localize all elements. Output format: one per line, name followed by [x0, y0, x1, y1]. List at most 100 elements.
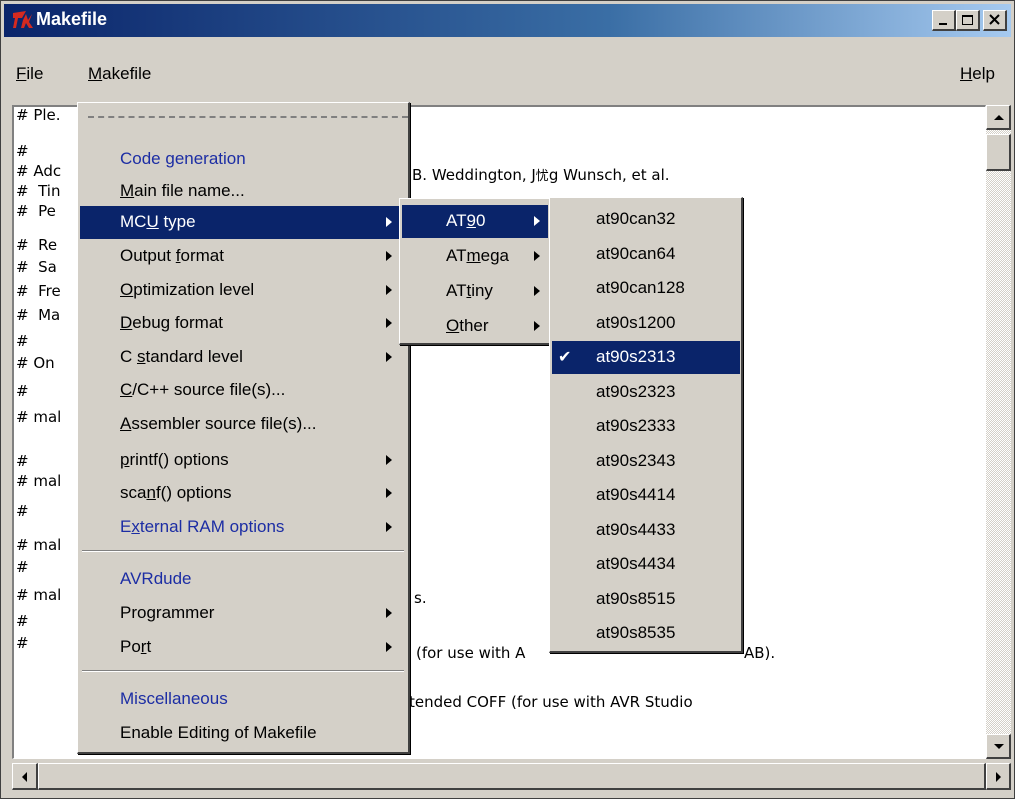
submenu-arrow-icon	[386, 352, 392, 362]
menu-item-port[interactable]: Port	[80, 631, 406, 664]
menu-item-assembler-source-file-s[interactable]: Assembler source file(s)...	[80, 408, 406, 441]
tk-logo-icon	[13, 11, 33, 28]
submenu-arrow-icon	[534, 286, 540, 296]
mcu-item-atmega[interactable]: ATmega	[402, 240, 548, 273]
menu-item-debug-format[interactable]: Debug format	[80, 307, 406, 340]
arrow-right-icon	[996, 772, 1001, 782]
menu-makefile[interactable]: Makefile	[88, 64, 151, 84]
editor-line: # Ple.	[16, 106, 61, 124]
at90-item-at90s2313[interactable]: ✔ at90s2313	[552, 341, 740, 374]
scroll-down-button[interactable]	[986, 734, 1011, 759]
vertical-scrollbar[interactable]	[986, 105, 1011, 759]
menu-item-label: Programmer	[120, 603, 215, 622]
menu-item-label: AVRdude	[120, 569, 192, 588]
submenu-arrow-icon	[386, 488, 392, 498]
menu-item-label: Port	[120, 637, 152, 656]
at90-item-at90can32[interactable]: at90can32	[552, 203, 740, 236]
menu-item-mcu-type[interactable]: MCU type	[80, 206, 406, 239]
menu-item-label: at90s2323	[596, 381, 676, 401]
submenu-arrow-icon	[386, 285, 392, 295]
horizontal-scrollbar[interactable]	[12, 763, 1011, 790]
menu-item-label: C/C++ source file(s)...	[120, 380, 286, 399]
menu-item-label: at90s1200	[596, 312, 676, 332]
at90-item-at90s2333[interactable]: at90s2333	[552, 410, 740, 443]
minimize-button[interactable]	[932, 10, 956, 31]
menu-help[interactable]: Help	[960, 64, 995, 84]
scroll-thumb[interactable]	[986, 134, 1011, 171]
horizontal-scroll-thumb[interactable]	[38, 763, 986, 790]
at90-item-at90s8515[interactable]: at90s8515	[552, 583, 740, 616]
scroll-right-button[interactable]	[986, 763, 1011, 790]
submenu-arrow-icon	[386, 455, 392, 465]
menu-item-label: at90s4414	[596, 485, 676, 504]
menu-item-c-c-source-file-s[interactable]: C/C++ source file(s)...	[80, 374, 406, 407]
editor-line: # mal	[16, 408, 62, 426]
submenu-arrow-icon	[386, 522, 392, 532]
editor-line: #	[16, 634, 29, 652]
at90-item-at90s4414[interactable]: at90s4414	[552, 479, 740, 512]
at90-item-at90s8535[interactable]: at90s8535	[552, 617, 740, 650]
scroll-left-button[interactable]	[12, 763, 38, 790]
menu-item-avrdude: AVRdude	[80, 563, 406, 596]
editor-line: #	[16, 332, 29, 350]
menu-item-output-format[interactable]: Output format	[80, 240, 406, 273]
submenu-arrow-icon	[386, 217, 392, 227]
tearoff-line[interactable]	[88, 116, 408, 118]
mcu-item-attiny[interactable]: ATtiny	[402, 275, 548, 308]
editor-line: #	[16, 452, 29, 470]
at90-item-at90s4433[interactable]: at90s4433	[552, 514, 740, 547]
at90-submenu: at90can32 at90can64 at90can128 at90s1200 ✔ at…	[549, 197, 743, 653]
submenu-arrow-icon	[386, 318, 392, 328]
makefile-dropdown-menu: Code generation Main file name... MCU type…	[77, 102, 410, 754]
editor-line: #	[16, 558, 29, 576]
editor-line: # mal	[16, 586, 62, 604]
menu-item-main-file-name[interactable]: Main file name...	[80, 175, 406, 208]
close-button[interactable]	[983, 10, 1007, 31]
editor-text-ab: AB).	[744, 644, 776, 662]
menu-item-label: MCU type	[120, 212, 196, 231]
menu-separator	[82, 670, 404, 672]
menu-item-scanf-options[interactable]: scanf() options	[80, 477, 406, 510]
menu-item-external-ram-options[interactable]: External RAM options	[80, 511, 406, 544]
submenu-arrow-icon	[534, 216, 540, 226]
window-title: Makefile	[36, 9, 108, 29]
menu-item-label: at90s8515	[596, 588, 676, 608]
at90-item-at90s1200[interactable]: at90s1200	[552, 307, 740, 340]
menu-item-label: printf() options	[120, 450, 229, 469]
menu-item-optimization-level[interactable]: Optimization level	[80, 274, 406, 307]
menu-item-programmer[interactable]: Programmer	[80, 597, 406, 630]
editor-line: # Fre	[16, 282, 61, 300]
mcu-item-at90[interactable]: AT90	[402, 205, 548, 238]
menu-item-label: Main file name...	[120, 181, 245, 200]
at90-item-at90s4434[interactable]: at90s4434	[552, 548, 740, 581]
mcu-type-submenu: AT90 ATmega ATtiny Other	[399, 198, 551, 345]
menu-file[interactable]: File	[16, 64, 43, 84]
submenu-arrow-icon	[386, 608, 392, 618]
maximize-button[interactable]	[956, 10, 980, 31]
menu-separator	[82, 550, 404, 552]
editor-line: # Ma	[16, 306, 61, 324]
menu-item-label: at90s2333	[596, 416, 676, 435]
editor-line: #	[16, 612, 29, 630]
at90-item-at90can64[interactable]: at90can64	[552, 238, 740, 271]
editor-line: # mal	[16, 472, 62, 490]
at90-item-at90s2343[interactable]: at90s2343	[552, 445, 740, 478]
makefile-window: Makefile File Makefile Help # Hey## Wir#…	[0, 0, 1015, 799]
menu-item-label: scanf() options	[120, 483, 232, 502]
menu-item-label: ATtiny	[446, 281, 493, 300]
menu-item-c-standard-level[interactable]: C standard level	[80, 341, 406, 374]
menu-item-printf-options[interactable]: printf() options	[80, 444, 406, 477]
editor-text-authors: c B. Weddington, J忧g Wunsch, et al.	[399, 166, 670, 184]
menu-item-label: at90can32	[596, 209, 676, 228]
editor-line: #	[16, 502, 29, 520]
arrow-down-icon	[994, 744, 1004, 749]
menu-item-enable-editing-of-makefile[interactable]: Enable Editing of Makefile	[80, 717, 406, 750]
menu-item-label: at90can128	[596, 278, 685, 297]
submenu-arrow-icon	[386, 251, 392, 261]
scroll-up-button[interactable]	[986, 105, 1011, 130]
menu-item-label: at90s8535	[596, 623, 676, 642]
title-bar[interactable]: Makefile	[4, 4, 1011, 37]
at90-item-at90can128[interactable]: at90can128	[552, 272, 740, 305]
at90-item-at90s2323[interactable]: at90s2323	[552, 376, 740, 409]
mcu-item-other[interactable]: Other	[402, 310, 548, 343]
